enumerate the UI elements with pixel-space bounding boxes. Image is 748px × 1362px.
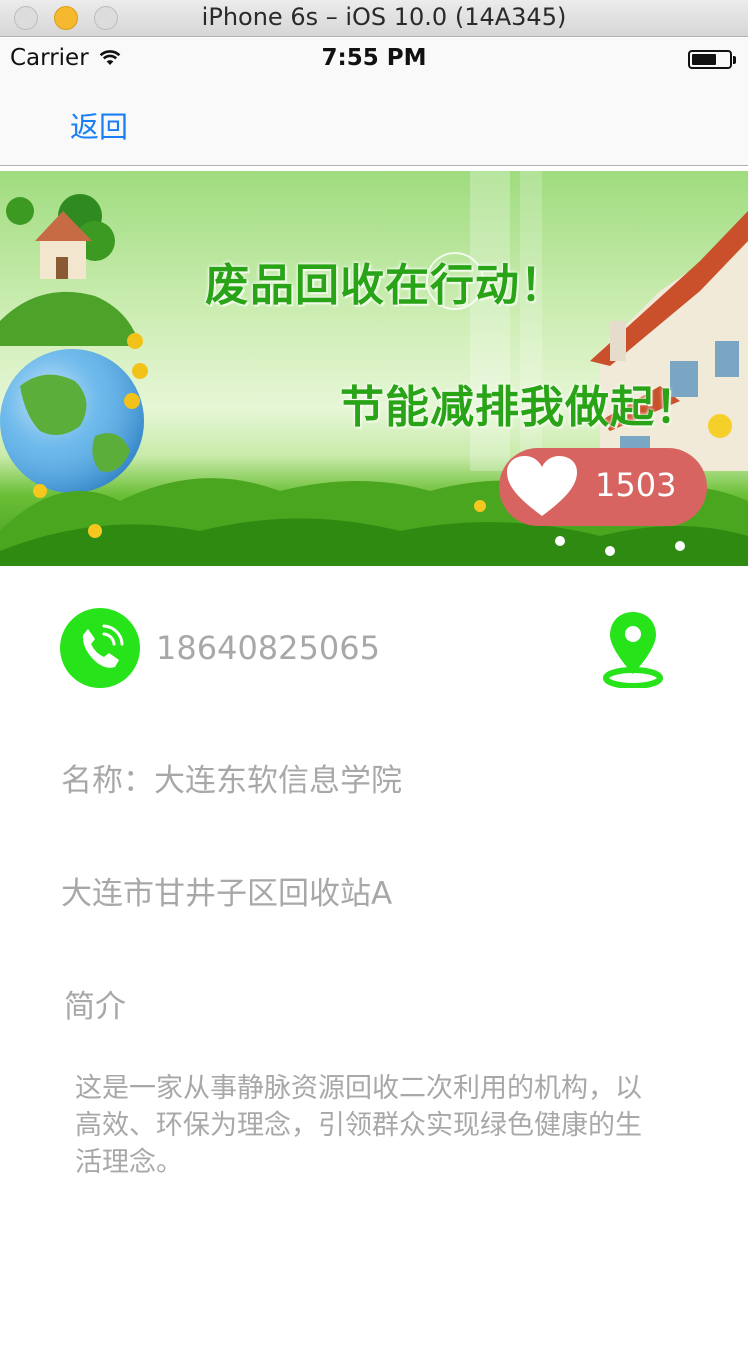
window-title: iPhone 6s – iOS 10.0 (14A345) <box>201 3 567 31</box>
status-time: 7:55 PM <box>321 45 427 71</box>
location-pin-icon[interactable] <box>602 610 664 692</box>
station-name: 名称：大连东软信息学院 <box>61 763 402 799</box>
like-count: 1503 <box>595 466 677 504</box>
status-bar: Carrier 7:55 PM <box>0 38 748 80</box>
window-zoom-button[interactable] <box>94 6 118 30</box>
window-close-button[interactable] <box>14 6 38 30</box>
navigation-bar: 返回 <box>0 80 748 166</box>
intro-heading: 简介 <box>64 989 126 1025</box>
banner-slogan-2: 节能减排我做起！ <box>340 382 700 433</box>
station-address: 大连市甘井子区回收站A <box>61 876 393 912</box>
phone-icon[interactable] <box>60 608 140 688</box>
simulator-title-bar: iPhone 6s – iOS 10.0 (14A345) <box>0 0 748 37</box>
like-button[interactable]: 1503 <box>499 448 707 526</box>
intro-description: 这是一家从事静脉资源回收二次利用的机构，以高效、环保为理念，引领群众实现绿色健康… <box>75 1073 642 1178</box>
heart-icon <box>505 454 579 524</box>
banner-slogan-1: 废品回收在行动！ <box>205 260 565 311</box>
phone-number[interactable]: 18640825065 <box>156 629 380 667</box>
back-button[interactable]: 返回 <box>70 104 128 146</box>
battery-icon <box>688 50 736 69</box>
window-minimize-button[interactable] <box>54 6 78 30</box>
